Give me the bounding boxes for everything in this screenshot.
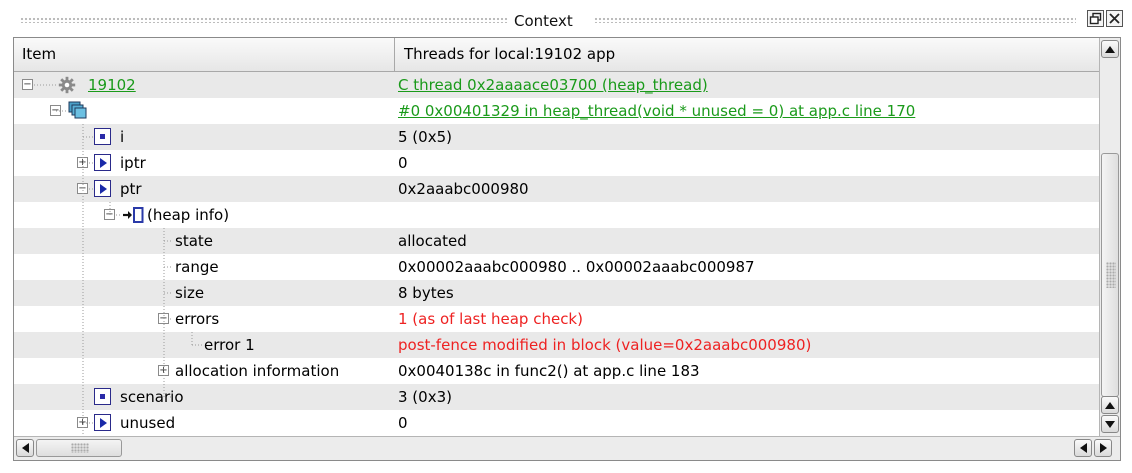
heap-field-name: size — [175, 284, 205, 302]
tree-row-allocation-information[interactable]: + allocation information 0x0040138c in f… — [14, 358, 1099, 384]
pointer-variable-icon — [94, 180, 111, 197]
panel-title: Context — [514, 12, 573, 30]
scalar-variable-icon — [94, 388, 111, 405]
scroll-up-button[interactable] — [1101, 40, 1119, 58]
column-header-threads[interactable]: Threads for local:19102 app — [396, 38, 1099, 71]
float-panel-button[interactable] — [1087, 10, 1104, 27]
tree-row-frame[interactable]: − #0 0x00401329 in heap_thread(void * un… — [14, 98, 1099, 124]
heap-errors-value[interactable]: 1 (as of last heap check) — [398, 306, 583, 332]
heap-field-name: state — [175, 232, 213, 250]
collapse-toggle[interactable]: − — [22, 79, 33, 90]
context-panel: Item Threads for local:19102 app − 19102… — [13, 37, 1121, 461]
vertical-scroll-thumb[interactable] — [1101, 153, 1119, 397]
heap-field-value[interactable]: 8 bytes — [398, 280, 454, 306]
heap-field-name: errors — [175, 310, 220, 328]
variable-tree: − 19102 C thread 0x2aaaace03700 (heap_th… — [14, 72, 1099, 436]
arrow-up-icon — [1105, 45, 1115, 53]
tree-row-process[interactable]: − 19102 C thread 0x2aaaace03700 (heap_th… — [14, 72, 1099, 98]
variable-name: scenario — [120, 388, 184, 406]
arrow-left-icon — [1079, 443, 1087, 453]
pointer-variable-icon — [94, 414, 111, 431]
close-icon — [1109, 13, 1120, 24]
heap-error-name: error 1 — [204, 336, 255, 354]
variable-name: unused — [120, 414, 176, 432]
scroll-down-button[interactable] — [1101, 415, 1119, 433]
column-header-item[interactable]: Item — [14, 38, 395, 71]
tree-row-iptr[interactable]: + iptr 0 — [14, 150, 1099, 176]
scroll-right-button[interactable] — [1094, 439, 1112, 457]
collapse-toggle[interactable]: − — [50, 105, 61, 116]
arrow-down-icon — [1105, 420, 1115, 428]
variable-value[interactable]: 3 (0x3) — [398, 384, 452, 410]
heap-field-name: allocation information — [175, 362, 340, 380]
stack-frames-icon — [68, 101, 87, 119]
heap-info-icon — [123, 207, 144, 223]
titlebar-grip-right[interactable] — [594, 17, 1076, 23]
variable-name: iptr — [120, 154, 146, 172]
thread-link[interactable]: C thread 0x2aaaace03700 (heap_thread) — [398, 72, 708, 98]
close-panel-button[interactable] — [1106, 10, 1123, 27]
horizontal-scroll-thumb[interactable] — [36, 439, 122, 457]
tree-row-error-1[interactable]: error 1 post-fence modified in block (va… — [14, 332, 1099, 358]
frame-link[interactable]: #0 0x00401329 in heap_thread(void * unus… — [398, 98, 915, 124]
collapse-toggle[interactable]: − — [158, 313, 169, 324]
variable-value[interactable]: 0x2aaabc000980 — [398, 176, 529, 202]
column-header: Item Threads for local:19102 app — [14, 38, 1099, 72]
titlebar-grip-left[interactable] — [20, 17, 508, 23]
tree-row-i[interactable]: i 5 (0x5) — [14, 124, 1099, 150]
tree-row-errors[interactable]: − errors 1 (as of last heap check) — [14, 306, 1099, 332]
variable-value[interactable]: 0 — [398, 150, 408, 176]
heap-field-name: range — [175, 258, 219, 276]
vertical-scrollbar[interactable] — [1099, 38, 1120, 436]
arrow-left-icon — [21, 443, 29, 453]
tree-row-scenario[interactable]: scenario 3 (0x3) — [14, 384, 1099, 410]
tree-row-heap-info[interactable]: − (heap info) — [14, 202, 1099, 228]
arrow-right-icon — [1099, 443, 1107, 453]
variable-name: ptr — [120, 180, 142, 198]
heap-info-label: (heap info) — [147, 206, 230, 224]
scroll-left-button[interactable] — [16, 439, 34, 457]
panel-titlebar: Context — [0, 0, 1132, 34]
collapse-toggle[interactable]: − — [77, 183, 88, 194]
variable-value[interactable]: 5 (0x5) — [398, 124, 452, 150]
collapse-toggle[interactable]: − — [104, 209, 115, 220]
variable-value[interactable]: 0 — [398, 410, 408, 436]
scroll-left-button-right[interactable] — [1074, 439, 1092, 457]
heap-field-value[interactable]: 0x0040138c in func2() at app.c line 183 — [398, 358, 700, 384]
arrow-up-icon — [1105, 401, 1115, 409]
gear-icon — [58, 76, 76, 94]
heap-field-value[interactable]: allocated — [398, 228, 467, 254]
heap-field-value[interactable]: 0x00002aaabc000980 .. 0x00002aaabc000987 — [398, 254, 755, 280]
expand-toggle[interactable]: + — [77, 157, 88, 168]
tree-row-range[interactable]: range 0x00002aaabc000980 .. 0x00002aaabc… — [14, 254, 1099, 280]
scalar-variable-icon — [94, 128, 111, 145]
expand-toggle[interactable]: + — [77, 417, 88, 428]
expand-toggle[interactable]: + — [158, 365, 169, 376]
process-id-link[interactable]: 19102 — [88, 72, 136, 98]
heap-error-value[interactable]: post-fence modified in block (value=0x2a… — [398, 332, 811, 358]
variable-name: i — [120, 128, 125, 146]
float-icon — [1089, 12, 1102, 25]
pointer-variable-icon — [94, 154, 111, 171]
scroll-up-button-lower[interactable] — [1101, 396, 1119, 414]
tree-row-state[interactable]: state allocated — [14, 228, 1099, 254]
tree-row-ptr[interactable]: − ptr 0x2aaabc000980 — [14, 176, 1099, 202]
tree-row-size[interactable]: size 8 bytes — [14, 280, 1099, 306]
tree-row-unused[interactable]: + unused 0 — [14, 410, 1099, 436]
horizontal-scrollbar[interactable] — [14, 436, 1120, 460]
